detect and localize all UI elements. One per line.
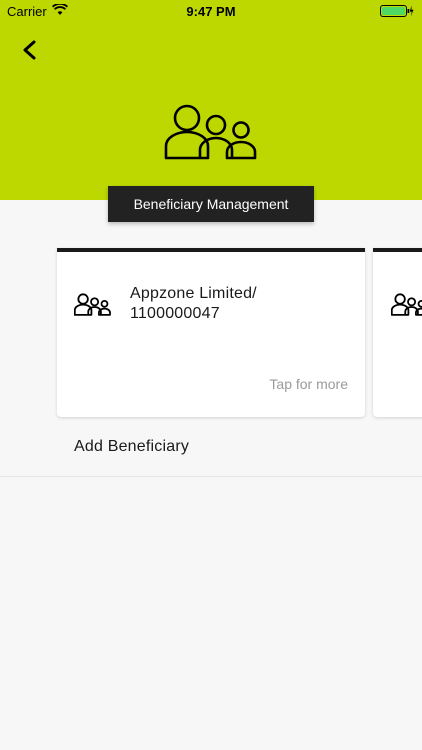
add-beneficiary-label: Add Beneficiary — [74, 438, 190, 455]
clock: 9:47 PM — [186, 4, 236, 19]
people-group-icon — [391, 293, 422, 316]
beneficiary-name: Appzone Limited/ 1100000047 — [130, 285, 257, 322]
beneficiary-card[interactable]: Appzone Limited/ 1100000047 Tap for more — [57, 248, 365, 417]
status-bar: Carrier 9:47 PM — [0, 0, 422, 22]
add-beneficiary-button[interactable]: Add Beneficiary — [0, 414, 422, 477]
people-group-icon — [164, 104, 257, 160]
beneficiary-card[interactable] — [373, 248, 422, 417]
header-banner: Carrier 9:47 PM — [0, 0, 422, 200]
people-group-icon — [74, 293, 111, 316]
battery-icon — [380, 5, 414, 17]
back-chevron-icon[interactable] — [18, 36, 42, 64]
page-title: Beneficiary Management — [108, 186, 314, 222]
tap-for-more-hint: Tap for more — [269, 376, 348, 392]
